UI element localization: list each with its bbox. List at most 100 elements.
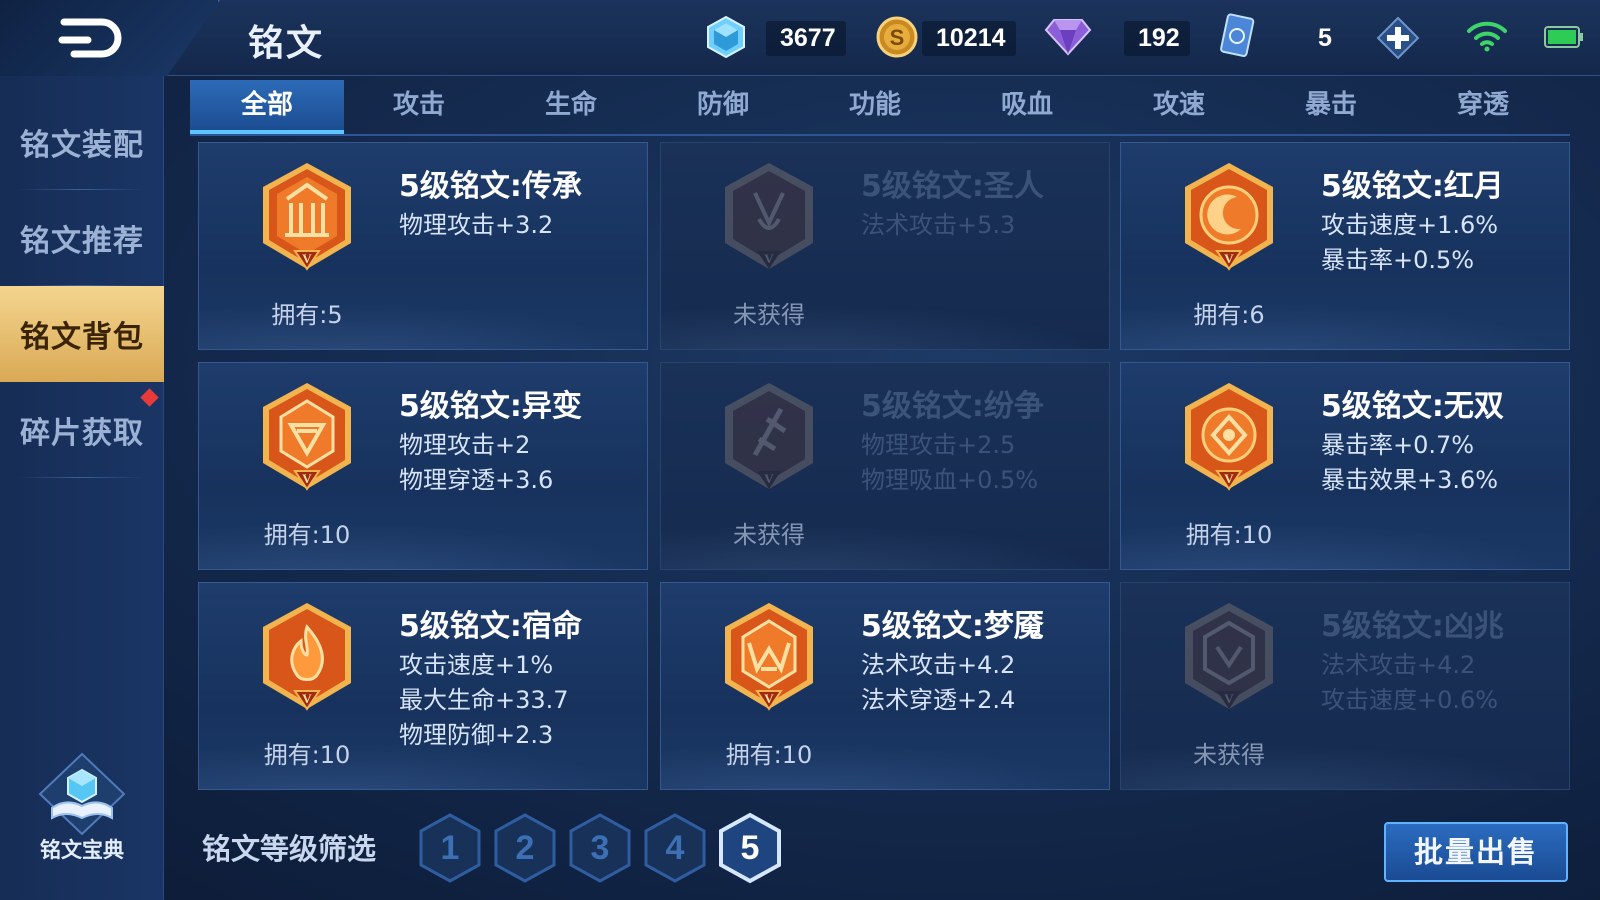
nightmare-emblem-icon: V — [725, 603, 813, 711]
rune-stat: 暴击效果+3.6% — [1321, 466, 1499, 494]
diamond-count: 192 — [1124, 14, 1190, 62]
tab-all[interactable]: 全部 — [190, 80, 344, 134]
rune-card[interactable]: V 5级铭文:纷争 物理攻击+2.5 物理吸血+0.5% 未获得 — [660, 362, 1110, 570]
rune-stat: 攻击速度+0.6% — [1321, 686, 1499, 714]
rune-card[interactable]: V 5级铭文:红月 攻击速度+1.6% 暴击率+0.5% 拥有:6 — [1120, 142, 1570, 350]
inheritance-emblem-icon: V — [263, 163, 351, 271]
sidebar-item-rune-recommend[interactable]: 铭文推荐 — [0, 190, 164, 286]
page-title: 铭文 — [248, 23, 325, 64]
rune-owned-count: 拥有:5 — [271, 301, 343, 329]
sage-emblem-icon: V — [725, 163, 813, 269]
level-filter-1[interactable]: 1 — [418, 812, 482, 884]
sidebar-item-rune-equip[interactable]: 铭文装配 — [0, 94, 164, 190]
wifi-icon — [1467, 21, 1507, 52]
gold-coin-icon: S — [876, 16, 918, 58]
rune-name: 5级铭文:异变 — [399, 389, 582, 424]
tab-lifesteal[interactable]: 吸血 — [950, 80, 1104, 134]
rune-card[interactable]: V 5级铭文:梦魇 法术攻击+4.2 法术穿透+2.4 拥有:10 — [660, 582, 1110, 790]
rune-name: 5级铭文:传承 — [399, 169, 582, 204]
svg-text:V: V — [1224, 251, 1234, 266]
level-filter-number: 3 — [590, 829, 610, 867]
rune-name: 5级铭文:红月 — [1321, 169, 1504, 204]
sidebar-item-rune-bag[interactable]: 铭文背包 — [0, 286, 164, 382]
level-filter-5[interactable]: 5 — [718, 812, 782, 884]
mutation-emblem-icon: V — [263, 383, 351, 491]
svg-text:S: S — [890, 25, 905, 50]
category-tabs: 全部 攻击 生命 防御 功能 吸血 攻速 暴击 穿透 — [190, 80, 1570, 136]
rune-owned-count: 未获得 — [1193, 741, 1265, 769]
tab-utility[interactable]: 功能 — [798, 80, 952, 134]
crystal-value: 3677 — [766, 20, 846, 56]
top-bar: 铭文 3677 S 10214 192 5 — [0, 0, 1600, 76]
rune-stat: 暴击率+0.5% — [1321, 246, 1475, 274]
tab-health[interactable]: 生命 — [494, 80, 648, 134]
rune-stat: 物理防御+2.3 — [399, 721, 554, 749]
level-filter-2[interactable]: 2 — [493, 812, 557, 884]
tab-defense[interactable]: 防御 — [646, 80, 800, 134]
rune-name: 5级铭文:凶兆 — [1321, 609, 1504, 644]
fate-emblem-icon: V — [263, 603, 351, 711]
rune-card[interactable]: V 5级铭文:异变 物理攻击+2 物理穿透+3.6 拥有:10 — [198, 362, 648, 570]
rune-stat: 物理攻击+3.2 — [399, 211, 554, 239]
unrivaled-emblem-icon: V — [1185, 383, 1273, 491]
rune-stat: 法术攻击+5.3 — [861, 211, 1016, 239]
rune-owned-count: 拥有:10 — [725, 741, 813, 769]
tab-penetration[interactable]: 穿透 — [1406, 80, 1560, 134]
level-filter-3[interactable]: 3 — [568, 812, 632, 884]
tab-critical[interactable]: 暴击 — [1254, 80, 1408, 134]
rune-owned-count: 未获得 — [733, 521, 805, 549]
svg-text:V: V — [764, 251, 774, 266]
rune-name: 5级铭文:圣人 — [861, 169, 1044, 204]
level-filter-label: 铭文等级筛选 — [202, 832, 377, 866]
rune-stat: 物理攻击+2 — [399, 431, 531, 459]
svg-text:V: V — [1224, 471, 1234, 486]
rune-stat: 法术攻击+4.2 — [861, 651, 1016, 679]
rune-stat: 法术攻击+4.2 — [1321, 651, 1476, 679]
svg-text:V: V — [302, 691, 312, 706]
tab-attack-speed[interactable]: 攻速 — [1102, 80, 1256, 134]
rune-card[interactable]: V 5级铭文:宿命 攻击速度+1% 最大生命+33.7 物理防御+2.3 拥有:… — [198, 582, 648, 790]
rune-owned-count: 拥有:10 — [263, 741, 351, 769]
diamond-value: 192 — [1124, 20, 1190, 56]
rune-stat: 法术穿透+2.4 — [861, 686, 1016, 714]
tab-attack[interactable]: 攻击 — [342, 80, 496, 134]
svg-text:V: V — [302, 251, 312, 266]
svg-text:V: V — [764, 691, 774, 706]
crystal-icon — [707, 15, 745, 59]
diamond-icon — [1044, 19, 1092, 56]
ticket-value: 5 — [1318, 23, 1332, 52]
crystal-count: 3677 — [766, 14, 846, 62]
rune-codex-button[interactable]: 铭文宝典 — [34, 752, 130, 872]
rune-owned-count: 拥有:6 — [1193, 301, 1265, 329]
sidebar-item-fragment-acquire[interactable]: 碎片获取 — [0, 382, 164, 478]
rune-name: 5级铭文:宿命 — [399, 609, 582, 644]
level-filter-4[interactable]: 4 — [643, 812, 707, 884]
level-filter-number: 1 — [440, 829, 460, 867]
rune-stat: 物理吸血+0.5% — [861, 466, 1039, 494]
rune-stat: 物理穿透+3.6 — [399, 466, 554, 494]
omen-emblem-icon: V — [1185, 603, 1273, 709]
gold-count: 10214 — [922, 14, 1016, 62]
red-moon-emblem-icon: V — [1185, 163, 1273, 271]
back-icon[interactable] — [58, 18, 124, 58]
card-ticket-icon — [1220, 13, 1255, 57]
add-currency-button[interactable] — [1376, 16, 1420, 60]
level-filter-number: 4 — [665, 829, 685, 867]
rune-card[interactable]: V 5级铭文:圣人 法术攻击+5.3 未获得 — [660, 142, 1110, 350]
rune-owned-count: 拥有:10 — [1185, 521, 1273, 549]
strife-emblem-icon: V — [725, 383, 813, 489]
rune-name: 5级铭文:纷争 — [861, 389, 1044, 424]
rune-card[interactable]: V 5级铭文:凶兆 法术攻击+4.2 攻击速度+0.6% 未获得 — [1120, 582, 1570, 790]
svg-text:V: V — [302, 471, 312, 486]
svg-text:V: V — [1224, 691, 1234, 706]
rune-card[interactable]: V 5级铭文:传承 物理攻击+3.2 拥有:5 — [198, 142, 648, 350]
rune-owned-count: 拥有:10 — [263, 521, 351, 549]
level-filter-number: 2 — [515, 829, 535, 867]
rune-owned-count: 未获得 — [733, 301, 805, 329]
batch-sell-button[interactable]: 批量出售 — [1384, 822, 1568, 882]
level-filter-number: 5 — [740, 829, 760, 867]
rune-stat: 最大生命+33.7 — [399, 686, 569, 714]
gold-value: 10214 — [922, 20, 1016, 56]
svg-text:V: V — [764, 471, 774, 486]
rune-card[interactable]: V 5级铭文:无双 暴击率+0.7% 暴击效果+3.6% 拥有:10 — [1120, 362, 1570, 570]
